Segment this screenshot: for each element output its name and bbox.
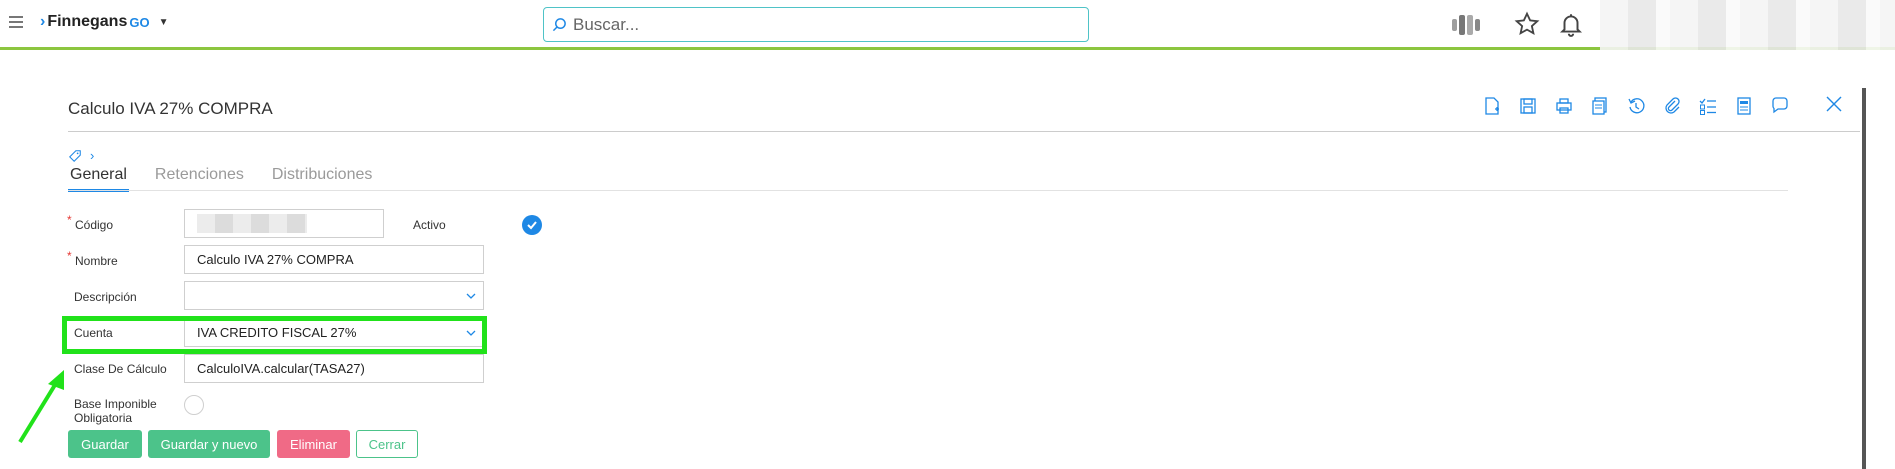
bell-icon[interactable] — [1558, 11, 1584, 37]
close-icon[interactable] — [1824, 94, 1844, 114]
menu-icon[interactable] — [9, 16, 23, 30]
nombre-value: Calculo IVA 27% COMPRA — [197, 252, 354, 267]
tab-bar: General Retenciones Distribuciones — [68, 166, 374, 192]
tab-retenciones[interactable]: Retenciones — [153, 166, 246, 192]
activo-label: Activo — [413, 218, 446, 232]
required-marker: * — [67, 249, 72, 263]
tab-general[interactable]: General — [68, 166, 129, 192]
base-imponible-label-line2: Obligatoria — [74, 411, 133, 425]
form-toolbar — [1474, 95, 1798, 117]
search-bar[interactable] — [543, 7, 1089, 42]
base-imponible-label-line1: Base Imponible — [74, 397, 157, 411]
caret-down-icon[interactable]: ▼ — [159, 17, 169, 28]
chevron-right-icon: › — [90, 148, 95, 163]
search-input[interactable] — [573, 14, 1053, 35]
scrollbar[interactable] — [1862, 88, 1866, 469]
logo-suffix: GO — [129, 14, 150, 30]
eliminar-button[interactable]: Eliminar — [277, 430, 350, 458]
app-page: › Finnegans GO ▼ Calculo — [0, 0, 1895, 469]
user-profile-area[interactable] — [1600, 0, 1895, 50]
search-icon — [552, 18, 566, 32]
comment-icon[interactable] — [1762, 95, 1798, 117]
checklist-icon[interactable] — [1690, 95, 1726, 117]
app-logo[interactable]: › Finnegans GO ▼ — [40, 13, 168, 31]
attach-icon[interactable] — [1654, 95, 1690, 117]
required-marker: * — [67, 213, 72, 227]
print-icon[interactable] — [1546, 95, 1582, 117]
page-title: Calculo IVA 27% COMPRA — [68, 99, 273, 118]
tag-icon[interactable] — [68, 149, 82, 163]
base-imponible-toggle[interactable] — [184, 395, 204, 415]
nombre-label: Nombre — [75, 254, 118, 268]
title-divider — [68, 131, 1860, 132]
descripcion-label: Descripción — [74, 290, 137, 304]
top-bar: › Finnegans GO ▼ — [0, 0, 1895, 50]
clase-calculo-label: Clase De Cálculo — [74, 362, 167, 376]
tab-distribuciones[interactable]: Distribuciones — [270, 166, 374, 192]
logo-text: Finnegans — [47, 13, 128, 30]
activo-checkbox[interactable] — [522, 215, 542, 235]
annotation-highlight-box — [62, 316, 487, 354]
save-icon[interactable] — [1510, 95, 1546, 117]
tabs-divider — [68, 190, 1788, 191]
clase-calculo-value: CalculoIVA.calcular(TASA27) — [197, 361, 365, 376]
annotation-arrow-icon — [18, 370, 64, 444]
codigo-label: Código — [75, 218, 114, 232]
new-document-icon[interactable] — [1474, 95, 1510, 117]
report-icon[interactable] — [1726, 95, 1762, 117]
check-icon — [527, 221, 537, 230]
copy-icon[interactable] — [1582, 95, 1618, 117]
codigo-input[interactable] — [184, 209, 384, 238]
breadcrumb: › — [68, 148, 94, 163]
descripcion-select[interactable] — [184, 281, 484, 310]
clase-calculo-input[interactable]: CalculoIVA.calcular(TASA27) — [184, 354, 484, 383]
nombre-input[interactable]: Calculo IVA 27% COMPRA — [184, 245, 484, 274]
cerrar-button[interactable]: Cerrar — [356, 430, 418, 458]
redacted-value — [197, 214, 307, 233]
logo-chevron-icon: › — [40, 13, 46, 30]
apps-logo-icon[interactable] — [1450, 14, 1484, 36]
guardar-y-nuevo-button[interactable]: Guardar y nuevo — [148, 430, 270, 458]
guardar-button[interactable]: Guardar — [68, 430, 142, 458]
history-icon[interactable] — [1618, 95, 1654, 117]
star-icon[interactable] — [1514, 11, 1540, 37]
chevron-down-icon[interactable] — [465, 290, 477, 302]
